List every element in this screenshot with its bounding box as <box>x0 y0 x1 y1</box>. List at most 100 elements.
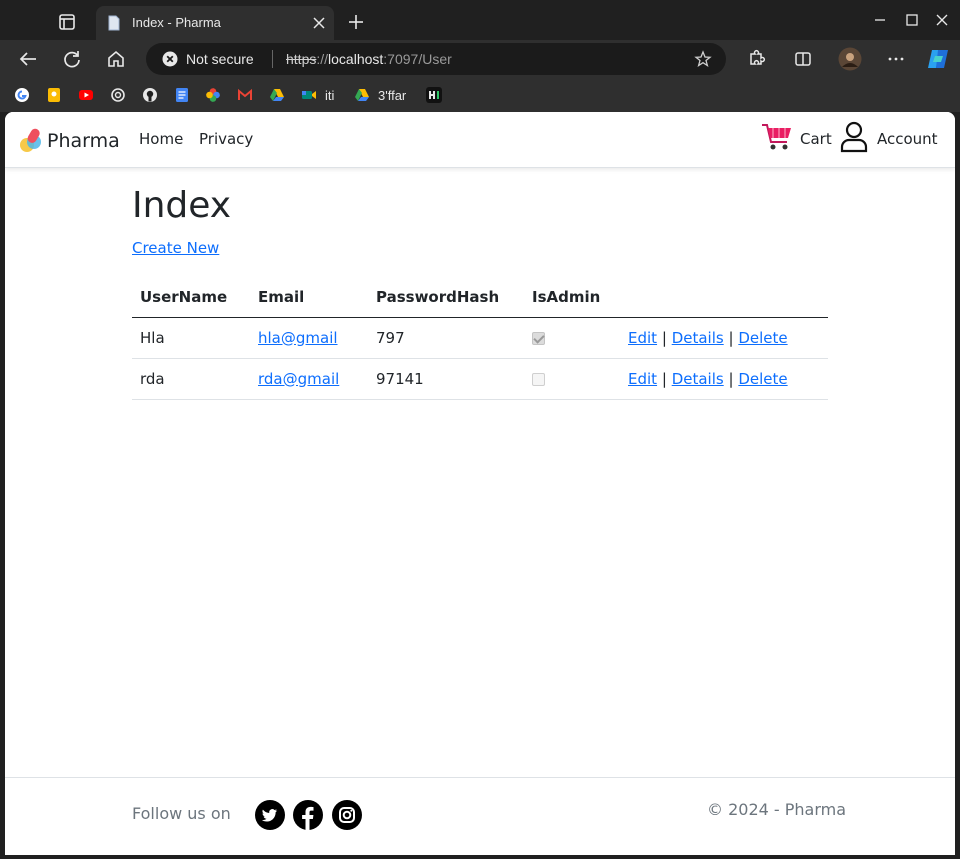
close-tab-icon[interactable] <box>310 14 328 32</box>
drive-icon <box>355 89 369 101</box>
cell-is-admin <box>524 358 620 400</box>
keep-icon <box>48 88 60 102</box>
reload-icon[interactable] <box>61 48 83 70</box>
home-icon[interactable] <box>105 48 127 70</box>
copyright-text: © 2024 - Pharma <box>707 800 847 819</box>
security-status[interactable]: Not secure <box>186 51 254 67</box>
bookmark-docs[interactable] <box>174 86 190 104</box>
copilot-icon[interactable] <box>926 47 950 71</box>
url-scheme: https <box>286 51 317 67</box>
column-password-hash: PasswordHash <box>368 278 524 318</box>
profile-avatar[interactable] <box>838 47 862 71</box>
users-table: UserName Email PasswordHash IsAdmin Hla … <box>132 278 828 400</box>
edit-link[interactable]: Edit <box>628 370 657 388</box>
tab-bar: Index - Pharma <box>0 0 960 40</box>
bookmark-photos[interactable] <box>205 86 221 104</box>
is-admin-checkbox <box>532 372 545 386</box>
action-separator: | <box>661 328 667 347</box>
bookmark-iti[interactable]: iti <box>301 86 334 104</box>
column-actions <box>620 278 828 318</box>
bookmark-keep[interactable] <box>46 86 62 104</box>
email-link[interactable]: hla@gmail <box>258 329 338 347</box>
photos-icon <box>206 88 220 102</box>
tab-actions-icon[interactable] <box>58 13 76 31</box>
page-title: Index <box>132 185 232 226</box>
delete-link[interactable]: Delete <box>738 370 787 388</box>
url-text[interactable]: https://localhost:7097/User <box>286 51 452 67</box>
action-separator: | <box>728 328 734 347</box>
active-tab[interactable]: Index - Pharma <box>96 6 334 40</box>
column-is-admin: IsAdmin <box>524 278 620 318</box>
bookmark-google[interactable] <box>14 86 30 104</box>
bookmark-drive[interactable] <box>269 86 285 104</box>
table-header-row: UserName Email PasswordHash IsAdmin <box>132 278 828 318</box>
cell-username: Hla <box>132 317 250 359</box>
meet-icon <box>302 91 316 99</box>
maximize-icon[interactable] <box>902 10 922 30</box>
cell-actions: Edit | Details | Delete <box>620 317 828 359</box>
back-icon[interactable] <box>17 48 39 70</box>
bookmark-github[interactable] <box>142 86 158 104</box>
address-bar[interactable]: Not secure https://localhost:7097/User <box>146 43 726 75</box>
facebook-icon[interactable] <box>293 800 323 830</box>
split-screen-icon[interactable] <box>792 48 814 70</box>
url-path: :7097/User <box>383 51 452 67</box>
new-tab-icon[interactable] <box>346 12 366 32</box>
gmail-icon <box>238 88 252 100</box>
site-navbar: Pharma Home Privacy Cart Account <box>5 112 955 168</box>
cell-is-admin <box>524 317 620 359</box>
docs-icon <box>176 88 188 102</box>
openai-icon <box>111 88 125 102</box>
minimize-icon[interactable] <box>870 10 890 30</box>
twitter-icon[interactable] <box>255 800 285 830</box>
edit-link[interactable]: Edit <box>628 329 657 347</box>
delete-link[interactable]: Delete <box>738 329 787 347</box>
bookmark-label: iti <box>325 87 335 103</box>
cart-link[interactable]: Cart <box>800 130 832 148</box>
table-row: Hla hla@gmail 797 Edit | Details | Delet… <box>132 317 828 359</box>
details-link[interactable]: Details <box>672 370 724 388</box>
instagram-icon[interactable] <box>332 800 362 830</box>
close-window-icon[interactable] <box>932 10 952 30</box>
nav-privacy[interactable]: Privacy <box>199 130 253 148</box>
details-link[interactable]: Details <box>672 329 724 347</box>
bookmarks-bar: iti 3'ffar <box>0 78 960 112</box>
table-row: rda rda@gmail 97141 Edit | Details | Del… <box>132 358 828 400</box>
bookmark-label: 3'ffar <box>378 87 407 103</box>
column-username: UserName <box>132 278 250 318</box>
bookmark-3ffar[interactable]: 3'ffar <box>354 86 406 104</box>
web-page: Pharma Home Privacy Cart Account Index C… <box>5 112 955 855</box>
cell-username: rda <box>132 358 250 400</box>
follow-us-label: Follow us on <box>132 804 231 823</box>
cell-actions: Edit | Details | Delete <box>620 358 828 400</box>
create-new-link[interactable]: Create New <box>132 239 219 257</box>
not-secure-icon[interactable] <box>162 51 178 67</box>
url-separator: :// <box>316 51 329 67</box>
account-icon[interactable] <box>840 121 868 153</box>
email-link[interactable]: rda@gmail <box>258 370 339 388</box>
is-admin-checkbox <box>532 331 545 345</box>
browser-toolbar: Not secure https://localhost:7097/User <box>0 40 960 78</box>
google-icon <box>15 88 29 102</box>
bookmark-openai[interactable] <box>110 86 126 104</box>
cell-email: rda@gmail <box>250 358 368 400</box>
pharma-logo-icon <box>20 128 41 152</box>
youtube-icon <box>79 90 93 100</box>
account-link[interactable]: Account <box>877 130 938 148</box>
cell-password-hash: 97141 <box>368 358 524 400</box>
extensions-icon[interactable] <box>745 48 767 70</box>
bookmark-youtube[interactable] <box>78 86 94 104</box>
bookmark-gmail[interactable] <box>237 86 253 104</box>
page-favicon-icon <box>108 15 120 31</box>
tab-title: Index - Pharma <box>132 15 221 30</box>
more-menu-icon[interactable] <box>885 48 907 70</box>
action-separator: | <box>661 369 667 388</box>
bookmark-hackerrank[interactable] <box>426 86 442 104</box>
github-icon <box>143 88 157 102</box>
column-email: Email <box>250 278 368 318</box>
favorite-star-icon[interactable] <box>694 50 712 68</box>
browser-chrome: Index - Pharma Not secure https://localh… <box>0 0 960 112</box>
brand-link[interactable]: Pharma <box>18 126 120 156</box>
cart-icon[interactable] <box>761 122 793 152</box>
nav-home[interactable]: Home <box>139 130 183 148</box>
